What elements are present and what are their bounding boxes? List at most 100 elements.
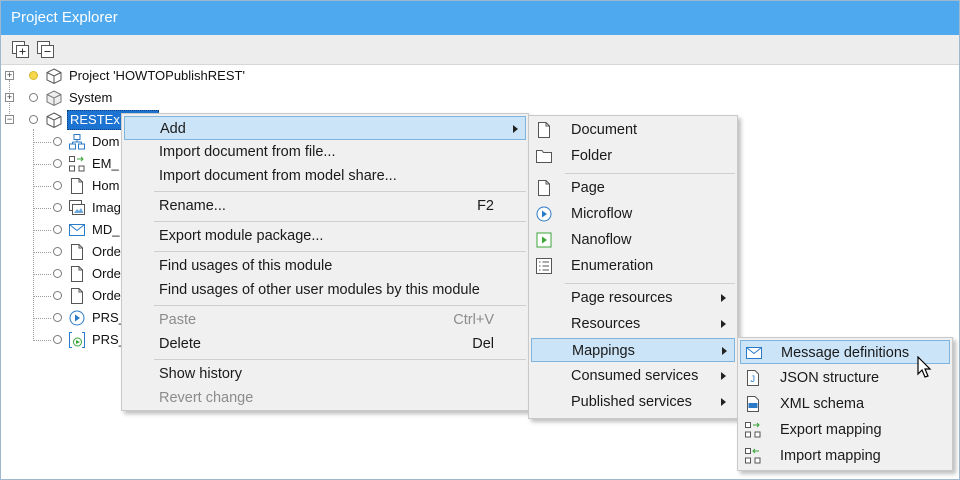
published-service-icon <box>68 331 86 349</box>
menu-item-microflow[interactable]: Microflow <box>531 202 735 226</box>
tree-row-child[interactable]: Orde <box>1 285 121 307</box>
menu-item-import-document-from-model-share[interactable]: Import document from model share... <box>124 164 526 188</box>
status-dot-icon <box>29 71 38 80</box>
menu-item-mappings[interactable]: Mappings <box>531 338 735 362</box>
menu-item-document[interactable]: Document <box>531 118 735 142</box>
status-dot-icon <box>53 225 62 234</box>
microflow-icon <box>535 205 553 223</box>
status-dot-icon <box>53 269 62 278</box>
menu-item-show-history[interactable]: Show history <box>124 362 526 386</box>
project-explorer-window: Project Explorer + Project 'HOWTOPublish… <box>0 0 960 480</box>
menu-separator <box>154 191 526 192</box>
tree-label-system: System <box>69 90 113 105</box>
expand-icon[interactable]: + <box>5 93 14 102</box>
domain-model-icon <box>68 133 86 151</box>
tree-row-child[interactable]: EM_ <box>1 153 121 175</box>
menu-item-nanoflow[interactable]: Nanoflow <box>531 228 735 252</box>
menu-separator <box>565 283 735 284</box>
tree-row-system[interactable]: + System <box>1 87 301 109</box>
enumeration-icon <box>535 257 553 275</box>
tree-row-child[interactable]: PRS_ <box>1 307 126 329</box>
menu-item-find-usages[interactable]: Find usages of this module <box>124 254 526 278</box>
tree-connector <box>33 274 51 275</box>
page-icon <box>68 243 86 261</box>
tree-label-child: Orde <box>92 244 121 259</box>
page-icon <box>535 179 553 197</box>
page-icon <box>68 177 86 195</box>
window-title: Project Explorer <box>1 1 959 35</box>
module-box-icon <box>45 89 63 107</box>
shortcut-label: F2 <box>477 198 494 214</box>
menu-item-xml-schema[interactable]: XML schema <box>740 392 950 416</box>
status-dot-icon <box>53 181 62 190</box>
submenu-arrow-icon <box>721 320 726 328</box>
tree-row-child[interactable]: Orde <box>1 263 121 285</box>
expand-icon[interactable]: + <box>5 71 14 80</box>
module-box-icon <box>45 111 63 129</box>
menu-item-import-document-from-file[interactable]: Import document from file... <box>124 140 526 164</box>
page-icon <box>68 265 86 283</box>
menu-item-add[interactable]: Add <box>124 116 526 140</box>
tree-label-child: MD_ <box>92 222 120 237</box>
menu-item-revert-change[interactable]: Revert change <box>124 386 526 410</box>
tree-label-project: Project 'HOWTOPublishREST' <box>69 68 245 83</box>
collapse-icon[interactable]: − <box>5 115 14 124</box>
expand-all-icon[interactable] <box>11 40 31 60</box>
message-definition-icon <box>745 344 763 362</box>
tree-row-project[interactable]: + Project 'HOWTOPublishREST' <box>1 65 301 87</box>
collapse-all-icon[interactable] <box>36 40 56 60</box>
folder-icon <box>535 147 553 165</box>
menu-item-page-resources[interactable]: Page resources <box>531 286 735 310</box>
tree-row-child[interactable]: MD_ <box>1 219 121 241</box>
toolbar <box>1 35 959 65</box>
tree-connector <box>33 296 51 297</box>
submenu-arrow-icon <box>722 347 727 355</box>
tree-connector <box>33 340 51 341</box>
submenu-arrow-icon <box>721 294 726 302</box>
menu-item-paste[interactable]: Paste Ctrl+V <box>124 308 526 332</box>
menu-item-resources[interactable]: Resources <box>531 312 735 336</box>
status-dot-icon <box>53 159 62 168</box>
menu-item-export-module-package[interactable]: Export module package... <box>124 224 526 248</box>
tree-connector <box>33 230 51 231</box>
menu-separator <box>565 173 735 174</box>
menu-item-export-mapping[interactable]: Export mapping <box>740 418 950 442</box>
menu-item-published-services[interactable]: Published services <box>531 390 735 414</box>
menu-item-consumed-services[interactable]: Consumed services <box>531 364 735 388</box>
nanoflow-icon <box>535 231 553 249</box>
tree-row-child[interactable]: Orde <box>1 241 121 263</box>
menu-item-import-mapping[interactable]: Import mapping <box>740 444 950 468</box>
tree-label-child: Dom <box>92 134 120 149</box>
tree-row-child[interactable]: Hom <box>1 175 121 197</box>
menu-item-enumeration[interactable]: Enumeration <box>531 254 735 278</box>
svg-text:J: J <box>751 374 756 384</box>
import-mapping-icon <box>744 447 762 465</box>
tree-row-child[interactable]: Dom <box>1 131 121 153</box>
menu-item-delete[interactable]: Delete Del <box>124 332 526 356</box>
tree-label-child: Orde <box>92 288 121 303</box>
tree-label-child: Imag <box>92 200 121 215</box>
shortcut-label: Ctrl+V <box>453 312 494 328</box>
xml-schema-icon <box>744 395 762 413</box>
status-dot-icon <box>29 93 38 102</box>
submenu-arrow-icon <box>721 372 726 380</box>
tree-row-child[interactable]: Imag <box>1 197 121 219</box>
menu-separator <box>154 221 526 222</box>
status-dot-icon <box>53 291 62 300</box>
export-mapping-icon <box>68 155 86 173</box>
tree-connector <box>33 164 51 165</box>
status-dot-icon <box>53 203 62 212</box>
tree-label-child: Hom <box>92 178 120 193</box>
export-mapping-icon <box>744 421 762 439</box>
menu-item-rename[interactable]: Rename... F2 <box>124 194 526 218</box>
context-menu: Add Import document from file... Import … <box>121 113 529 411</box>
tree-connector <box>33 142 51 143</box>
menu-item-folder[interactable]: Folder <box>531 144 735 168</box>
json-structure-icon: J <box>744 369 762 387</box>
tree-connector <box>33 208 51 209</box>
menu-item-find-usages-other-modules[interactable]: Find usages of other user modules by thi… <box>124 278 526 302</box>
menu-item-page[interactable]: Page <box>531 176 735 200</box>
menu-separator <box>154 251 526 252</box>
tree-label-child: Orde <box>92 266 121 281</box>
tree-row-child[interactable]: PRS_ <box>1 329 126 351</box>
